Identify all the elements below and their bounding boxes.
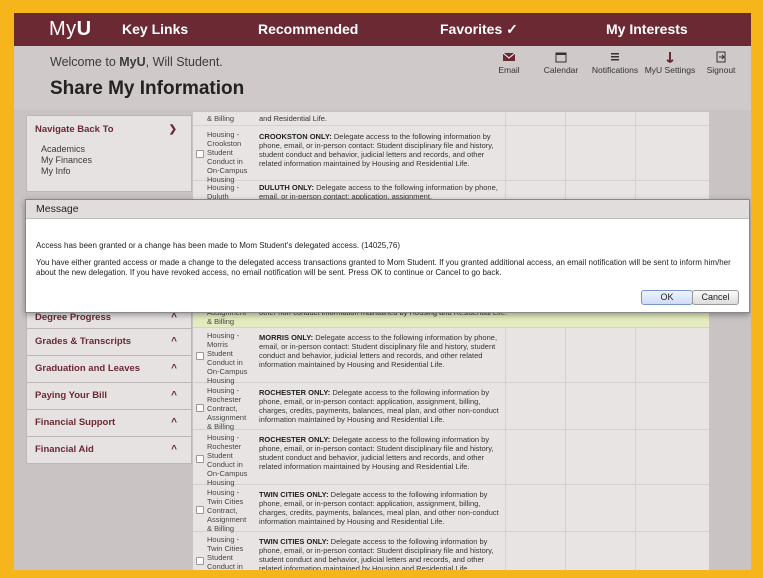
top-nav: MyU Key Links Recommended Favorites ✓ My… [14,13,751,46]
link-academics[interactable]: Academics [27,144,191,155]
table-row: & Billing and Residential Life. [193,112,709,126]
link-my-finances[interactable]: My Finances [27,155,191,166]
row-campus: CROOKSTON ONLY: [259,132,332,141]
financial-aid-label: Financial Aid [35,444,94,455]
graduation-label: Graduation and Leaves [35,363,141,374]
calendar-icon [555,52,567,63]
gold-border-left [0,0,14,578]
delegation-table: & Billing and Residential Life. Housing … [193,112,709,578]
sidebar: Navigate Back To ❯ Academics My Finances… [26,112,192,578]
app-window: MyU Key Links Recommended Favorites ✓ My… [0,0,763,578]
chevron-down-icon: ❯ [168,124,177,135]
dialog-message-detail: You have either granted access or made a… [36,258,731,277]
row-description: MORRIS ONLY: Delegate access to the foll… [259,333,509,369]
sidebar-graduation-leaves[interactable]: Graduation and Leaves ^ [26,355,192,383]
welcome-suffix: , Will Student. [145,55,223,69]
link-my-info[interactable]: My Info [27,166,191,177]
notifications-tool[interactable]: Notifications [588,51,642,75]
sidebar-grades-transcripts[interactable]: Grades & Transcripts ^ [26,328,192,356]
row-description: ROCHESTER ONLY: Delegate access to the f… [259,388,509,424]
row-campus: TWIN CITIES ONLY: [259,537,329,546]
row-category: & Billing [207,114,235,123]
row-description: TWIN CITIES ONLY: Delegate access to the… [259,490,509,526]
calendar-label: Calendar [543,65,579,75]
chevron-up-icon: ^ [171,444,177,455]
list-icon [611,53,619,61]
signout-tool[interactable]: Signout [704,51,738,75]
myu-logo[interactable]: MyU [49,13,92,46]
dialog-message-primary: Access has been granted or a change has … [36,241,400,250]
nav-key-links[interactable]: Key Links [122,13,188,46]
signout-icon [716,51,726,63]
navigate-back-header[interactable]: Navigate Back To ❯ [27,116,191,144]
row-checkbox[interactable] [196,506,204,514]
calendar-tool[interactable]: Calendar [541,51,581,75]
email-tool[interactable]: Email [496,51,522,75]
settings-tool[interactable]: MyU Settings [642,51,698,75]
page-header: Welcome to MyU, Will Student. Share My I… [14,46,751,110]
welcome-brand: MyU [119,55,146,69]
paying-bill-label: Paying Your Bill [35,390,107,401]
row-category: Housing - Twin Cities Contract, Assignme… [207,488,247,533]
row-checkbox[interactable] [196,557,204,565]
dialog-title: Message [26,200,749,219]
nav-my-interests[interactable]: My Interests [606,13,688,46]
row-campus: DULUTH ONLY: [259,183,314,192]
row-description: and Residential Life. [259,114,327,123]
chevron-up-icon: ^ [171,417,177,428]
chevron-up-icon: ^ [171,336,177,347]
row-checkbox[interactable] [196,352,204,360]
chevron-up-icon: ^ [171,390,177,401]
table-row: Housing - Crookston Student Conduct in O… [193,126,709,184]
gold-border-bottom [0,570,763,578]
financial-support-label: Financial Support [35,417,116,428]
gold-border-right [751,0,763,578]
wrench-icon [666,52,674,63]
cancel-button[interactable]: Cancel [692,290,739,305]
logo-suffix: U [76,18,92,40]
page-title: Share My Information [50,78,245,99]
ok-button[interactable]: OK [641,290,693,305]
notifications-label: Notifications [591,65,639,75]
row-checkbox[interactable] [196,150,204,158]
email-label: Email [498,65,520,75]
sidebar-financial-aid[interactable]: Financial Aid ^ [26,436,192,464]
row-description: ROCHESTER ONLY: Delegate access to the f… [259,435,509,471]
email-icon [502,52,516,61]
chevron-up-icon: ^ [171,363,177,374]
sidebar-paying-bill[interactable]: Paying Your Bill ^ [26,382,192,410]
row-description: TWIN CITIES ONLY: Delegate access to the… [259,537,509,573]
welcome-text: Welcome to MyU, Will Student. [50,55,223,69]
message-dialog: Message Access has been granted or a cha… [25,199,750,313]
degree-progress-label: Degree Progress [35,312,112,323]
row-campus: ROCHESTER ONLY: [259,435,331,444]
nav-recommended[interactable]: Recommended [258,13,358,46]
table-row: Housing - Rochester Student Conduct in O… [193,430,709,487]
row-category: Housing - Rochester Contract, Assignment… [207,386,247,431]
row-description: CROOKSTON ONLY: Delegate access to the f… [259,132,509,168]
row-campus: ROCHESTER ONLY: [259,388,331,397]
grades-label: Grades & Transcripts [35,336,132,347]
gold-border-top [0,0,763,13]
row-campus: TWIN CITIES ONLY: [259,490,329,499]
row-checkbox[interactable] [196,404,204,412]
navigate-back-panel: Navigate Back To ❯ Academics My Finances… [26,115,192,192]
row-checkbox[interactable] [196,455,204,463]
sidebar-financial-support[interactable]: Financial Support ^ [26,409,192,437]
logo-prefix: My [49,18,77,40]
nav-favorites[interactable]: Favorites ✓ [440,13,518,46]
row-category: Housing - Morris Student Conduct in On-C… [207,331,248,385]
row-category: Housing - Rochester Student Conduct in O… [207,433,248,487]
table-row: Housing - Rochester Contract, Assignment… [193,383,709,431]
navigate-back-label: Navigate Back To [35,124,114,135]
settings-label: MyU Settings [644,65,696,75]
signout-label: Signout [706,65,736,75]
welcome-prefix: Welcome to [50,55,120,69]
table-row: Housing - Twin Cities Contract, Assignme… [193,485,709,533]
row-category: Housing - Crookston Student Conduct in O… [207,130,248,184]
table-row: Housing - Morris Student Conduct in On-C… [193,328,709,385]
row-campus: MORRIS ONLY: [259,333,314,342]
